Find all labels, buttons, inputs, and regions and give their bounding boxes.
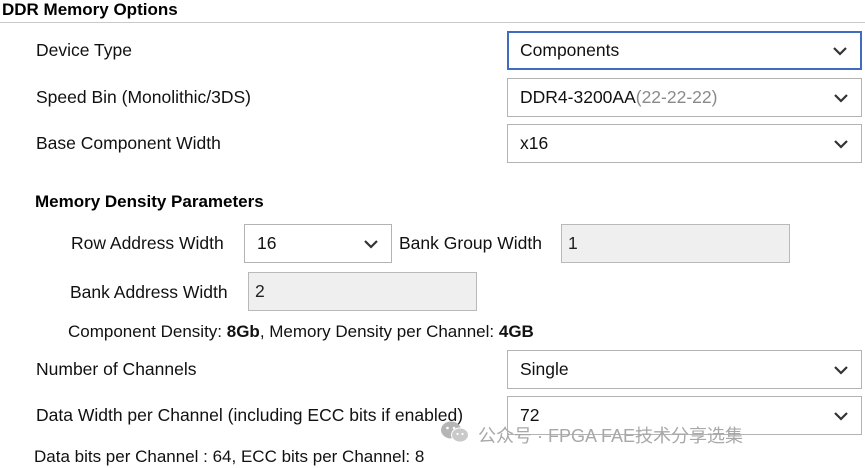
footer-text: Data bits per Channel : 64, ECC bits per… <box>34 447 425 466</box>
row-address-label: Row Address Width <box>71 233 224 253</box>
wechat-icon <box>440 420 470 449</box>
base-width-select[interactable]: x16 <box>507 124 862 163</box>
device-type-value: Components <box>520 40 620 60</box>
bank-group-label: Bank Group Width <box>399 233 542 253</box>
speed-bin-timing: (22-22-22) <box>635 87 718 107</box>
bank-address-label: Bank Address Width <box>70 282 228 302</box>
device-type-select[interactable]: Components <box>507 31 862 70</box>
data-width-label: Data Width per Channel (including ECC bi… <box>36 405 464 425</box>
watermark: 公众号 · FPGA FAE技术分享选集 <box>440 420 743 449</box>
speed-bin-select[interactable]: DDR4-3200AA(22-22-22) <box>507 78 862 117</box>
row-address-value: 16 <box>257 233 277 253</box>
memory-density-value: 4GB <box>498 322 534 341</box>
base-width-label: Base Component Width <box>36 133 221 153</box>
chevron-down-icon <box>351 225 391 262</box>
chevron-down-icon <box>821 79 861 116</box>
density-title: Memory Density Parameters <box>35 192 264 211</box>
speed-bin-label: Speed Bin (Monolithic/3DS) <box>36 87 251 107</box>
chevron-down-icon <box>820 33 860 68</box>
device-type-label: Device Type <box>36 40 132 60</box>
channels-select[interactable]: Single <box>507 350 862 389</box>
channels-label: Number of Channels <box>36 359 197 379</box>
bank-address-field: 2 <box>248 272 477 311</box>
chevron-down-icon <box>821 351 861 388</box>
bank-group-field: 1 <box>561 224 790 263</box>
speed-bin-value: DDR4-3200AA <box>520 87 636 107</box>
density-summary: Component Density: 8Gb, Memory Density p… <box>68 322 534 341</box>
component-density-value: 8Gb <box>226 322 260 341</box>
watermark-text: 公众号 · FPGA FAE技术分享选集 <box>478 425 744 446</box>
chevron-down-icon <box>821 397 861 434</box>
row-address-select[interactable]: 16 <box>244 224 392 263</box>
chevron-down-icon <box>821 125 861 162</box>
section-title: DDR Memory Options <box>2 0 178 19</box>
channels-value: Single <box>520 359 569 379</box>
base-width-value: x16 <box>520 133 549 153</box>
